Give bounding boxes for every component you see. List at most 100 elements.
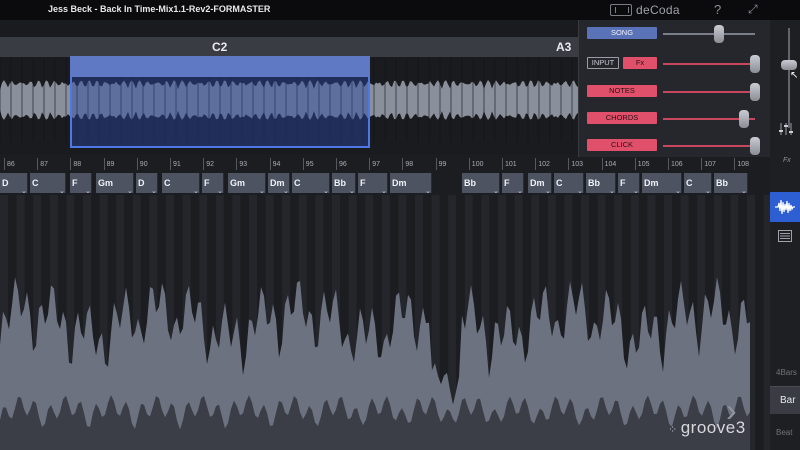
bar-tick <box>269 158 271 170</box>
chord-dropdown-icon[interactable]: ⌄ <box>21 187 27 195</box>
bar-ruler[interactable] <box>0 157 770 171</box>
chord-label: Bb <box>588 178 600 188</box>
song-slider-knob[interactable] <box>714 25 724 43</box>
bar-number: 105 <box>637 161 650 168</box>
chord-dropdown-icon[interactable]: ⌄ <box>545 187 551 195</box>
chord-dropdown-icon[interactable]: ⌄ <box>85 187 91 195</box>
bar-number: 106 <box>671 161 683 168</box>
chord-dropdown-icon[interactable]: ⌄ <box>349 187 355 195</box>
bar-number: 89 <box>106 161 115 168</box>
song-slider[interactable] <box>663 33 755 35</box>
bar-number: 108 <box>737 161 750 168</box>
bar-number: 99 <box>438 161 447 168</box>
input-button[interactable]: INPUT <box>587 57 619 69</box>
list-view-icon[interactable] <box>778 230 792 242</box>
bar-number: 93 <box>239 161 248 168</box>
chord-dropdown-icon[interactable]: ⌄ <box>577 187 583 195</box>
beat-option[interactable]: Beat <box>776 428 792 437</box>
selected-section-header[interactable] <box>70 56 370 77</box>
chord-dropdown-icon[interactable]: ⌄ <box>705 187 711 195</box>
waveform-icon <box>775 199 795 215</box>
bar-option-button[interactable]: Bar <box>770 386 800 414</box>
bar-number: 103 <box>571 161 584 168</box>
bar-tick <box>70 158 72 170</box>
fx-label: Fx <box>783 157 791 164</box>
four-bars-option[interactable]: 4Bars <box>776 368 797 377</box>
bar-number: 94 <box>272 161 281 168</box>
title-bar: Jess Beck - Back In Time-Mix1.1-Rev2-FOR… <box>0 0 800 20</box>
chord-label: F <box>204 178 210 188</box>
chords-slider-knob[interactable] <box>739 110 749 128</box>
bar-tick <box>4 158 5 170</box>
chord-dropdown-icon[interactable]: ⌄ <box>259 187 265 195</box>
bar-tick <box>668 158 669 170</box>
notes-slider-knob[interactable] <box>750 83 760 101</box>
chord-dropdown-icon[interactable]: ⌄ <box>127 187 133 195</box>
bar-tick <box>369 158 371 170</box>
waveform-view-button[interactable] <box>770 192 800 222</box>
chord-dropdown-icon[interactable]: ⌄ <box>381 187 387 195</box>
chord-label: C <box>164 178 171 188</box>
song-button[interactable]: SONG <box>587 27 657 39</box>
bar-tick <box>601 158 603 170</box>
chord-label: Gm <box>98 178 114 188</box>
chord-label: C <box>556 178 563 188</box>
chord-label: Dm <box>530 178 545 188</box>
chord-label: D <box>138 178 145 188</box>
chord-dropdown-icon[interactable]: ⌄ <box>741 187 747 195</box>
bar-tick <box>402 158 404 170</box>
click-slider-knob[interactable] <box>750 137 760 155</box>
song-overview[interactable]: C2 A3 <box>0 20 578 155</box>
chord-label: C <box>294 178 301 188</box>
help-icon[interactable]: ? <box>714 2 721 17</box>
bar-number: 95 <box>305 161 314 168</box>
bar-number: 96 <box>339 161 347 168</box>
bar-tick <box>170 158 171 170</box>
expand-icon[interactable]: ⤢ <box>748 2 758 17</box>
fx-slider-knob[interactable] <box>750 55 760 73</box>
chord-label: Bb <box>334 178 346 188</box>
chord-label: C <box>32 178 39 188</box>
bar-tick <box>634 158 636 170</box>
section-header-lane <box>0 37 578 57</box>
decoda-logo: deCoda <box>610 3 680 17</box>
chord-label: Dm <box>392 178 407 188</box>
bar-number: 98 <box>405 161 414 168</box>
chord-label: D <box>2 178 9 188</box>
bar-number: 92 <box>206 161 214 168</box>
chord-dropdown-icon[interactable]: ⌄ <box>323 187 329 195</box>
mouse-cursor-icon: ↖ <box>790 70 799 81</box>
bar-tick <box>236 158 238 170</box>
mixer-settings-icon[interactable] <box>779 122 793 136</box>
chord-dropdown-icon[interactable]: ⌄ <box>633 187 639 195</box>
chord-dropdown-icon[interactable]: ⌄ <box>675 187 681 195</box>
chord-dropdown-icon[interactable]: ⌄ <box>283 187 289 195</box>
chord-dropdown-icon[interactable]: ⌄ <box>609 187 615 195</box>
notes-button[interactable]: NOTES <box>587 85 657 97</box>
chord-label: Bb <box>716 178 728 188</box>
notes-slider[interactable] <box>663 91 755 93</box>
chord-dropdown-icon[interactable]: ⌄ <box>425 187 431 195</box>
click-button[interactable]: CLICK <box>587 139 657 151</box>
section-label-a3: A3 <box>556 40 572 54</box>
bar-tick <box>336 158 337 170</box>
master-fader-knob[interactable] <box>781 60 797 70</box>
bar-tick <box>468 158 470 170</box>
click-slider[interactable] <box>663 145 755 147</box>
bar-number: 91 <box>173 161 181 168</box>
bar-tick <box>435 158 437 170</box>
chord-dropdown-icon[interactable]: ⌄ <box>59 187 65 195</box>
chord-dropdown-icon[interactable]: ⌄ <box>493 187 499 195</box>
bar-number: 102 <box>538 161 550 168</box>
chord-dropdown-icon[interactable]: ⌄ <box>517 187 523 195</box>
section-label-c2: C2 <box>212 40 228 54</box>
chord-dropdown-icon[interactable]: ⌄ <box>217 187 223 195</box>
chords-button[interactable]: CHORDS <box>587 112 657 124</box>
chord-dropdown-icon[interactable]: ⌄ <box>151 187 157 195</box>
chord-dropdown-icon[interactable]: ⌄ <box>193 187 199 195</box>
fx-button[interactable]: Fx <box>623 57 657 69</box>
main-waveform[interactable] <box>0 195 770 450</box>
decoda-logo-icon <box>610 4 632 16</box>
fx-slider[interactable] <box>663 63 755 65</box>
bar-tick <box>302 158 304 170</box>
